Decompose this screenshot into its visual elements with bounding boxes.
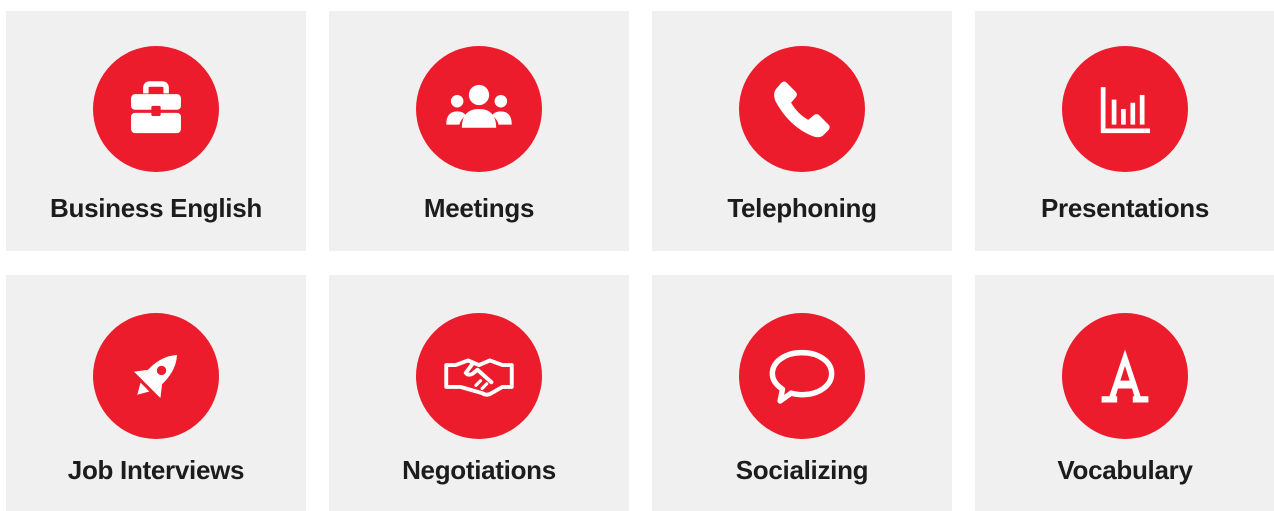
card-business-english[interactable]: Business English (6, 11, 306, 251)
card-socializing[interactable]: Socializing (652, 275, 952, 511)
card-label: Presentations (1040, 193, 1210, 223)
card-label: Vocabulary (1057, 455, 1193, 485)
card-label: Job Interviews (67, 455, 245, 485)
handshake-icon (416, 313, 542, 439)
letter-a-icon (1062, 313, 1188, 439)
card-label: Negotiations (402, 455, 556, 485)
card-label: Socializing (735, 455, 869, 485)
people-group-icon (416, 46, 542, 172)
card-vocabulary[interactable]: Vocabulary (975, 275, 1274, 511)
speech-bubble-icon (739, 313, 865, 439)
card-telephoning[interactable]: Telephoning (652, 11, 952, 251)
rocket-icon (93, 313, 219, 439)
bar-chart-icon (1062, 46, 1188, 172)
card-label: Business English (50, 193, 262, 223)
card-label: Telephoning (727, 193, 877, 223)
briefcase-icon (93, 46, 219, 172)
topic-grid: Business English Meetings Telephoning Pr… (6, 11, 1274, 511)
card-negotiations[interactable]: Negotiations (329, 275, 629, 511)
card-label: Meetings (423, 193, 535, 223)
card-job-interviews[interactable]: Job Interviews (6, 275, 306, 511)
phone-icon (739, 46, 865, 172)
card-presentations[interactable]: Presentations (975, 11, 1274, 251)
card-meetings[interactable]: Meetings (329, 11, 629, 251)
